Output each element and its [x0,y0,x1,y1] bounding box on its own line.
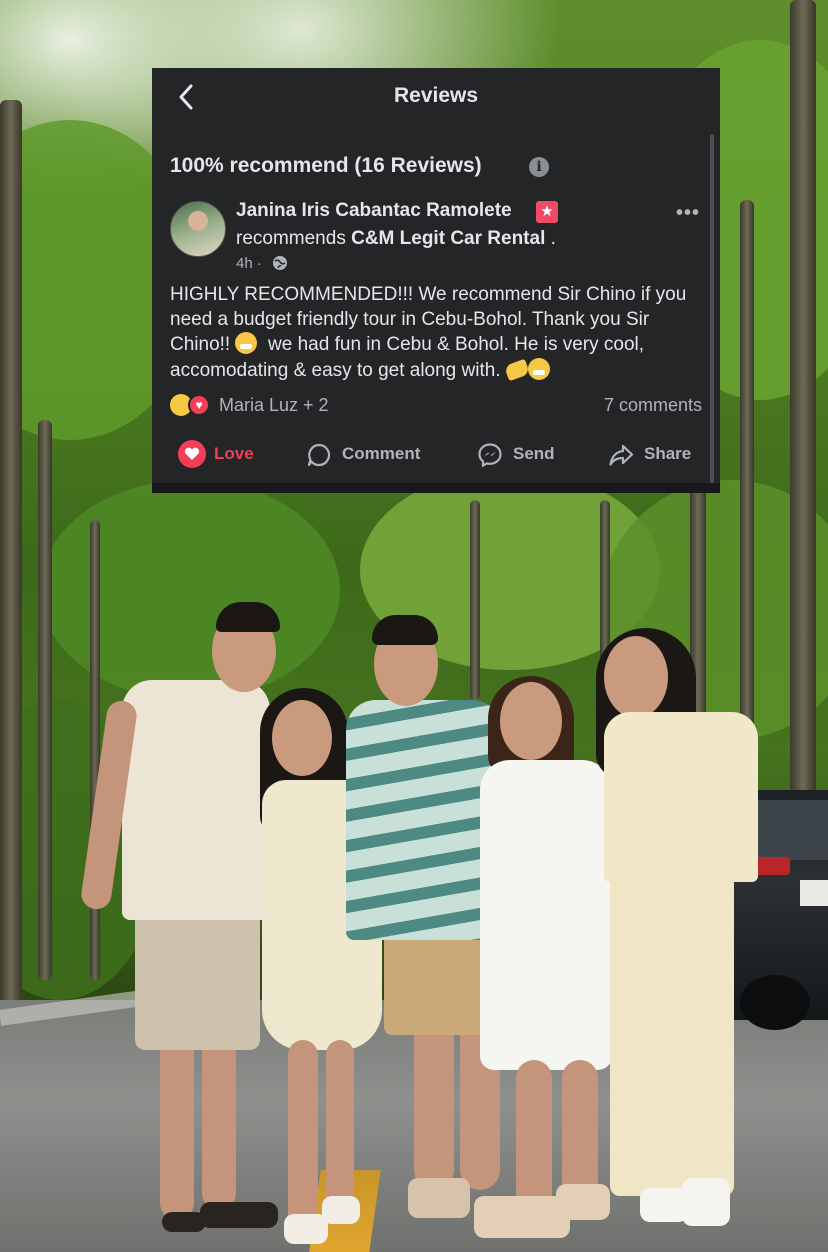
comments-count[interactable]: 7 comments [604,395,702,416]
comment-icon [306,442,332,468]
recommends-suffix: . [545,228,556,249]
scrollbar[interactable] [710,134,714,484]
share-label: Share [644,444,692,463]
review-text: HIGHLY RECOMMENDED!!! We recommend Sir C… [170,283,700,383]
love-label: Love [214,444,254,463]
recommends-prefix: recommends [236,228,352,249]
page-title: Reviews [393,84,479,107]
comment-button[interactable]: Comment [306,436,430,472]
pointing-hand-emoji-icon [503,358,530,381]
love-button[interactable]: Love [178,436,278,472]
globe-icon [272,255,288,271]
love-reaction-icon: ♥ [188,394,210,416]
info-icon[interactable]: i [529,157,549,177]
page-name-link[interactable]: C&M Legit Car Rental [351,228,545,249]
heart-icon [178,440,206,468]
messenger-icon [477,442,503,468]
share-button[interactable]: Share [608,436,698,472]
action-bar: Love Comment Send Share [152,436,720,472]
more-options-icon[interactable]: ••• [676,202,700,225]
reactors-text[interactable]: Maria Luz + 2 [219,395,329,416]
grin-emoji-icon [235,332,258,354]
post-time[interactable]: 4h · [236,255,262,272]
avatar[interactable] [170,201,226,257]
recommends-line: recommends C&M Legit Car Rental . [236,228,556,250]
top-bar: Reviews [152,68,720,126]
send-button[interactable]: Send [477,436,561,472]
grin-emoji-icon-2 [527,357,550,380]
share-icon [608,442,634,468]
author-name[interactable]: Janina Iris Cabantac Ramolete [236,200,512,222]
star-badge-icon: ★ [536,201,558,223]
comment-label: Comment [342,444,421,463]
send-label: Send [513,444,555,463]
recommend-summary: 100% recommend (16 Reviews) [170,154,482,177]
reviews-card: Reviews 100% recommend (16 Reviews) i Ja… [152,68,720,493]
